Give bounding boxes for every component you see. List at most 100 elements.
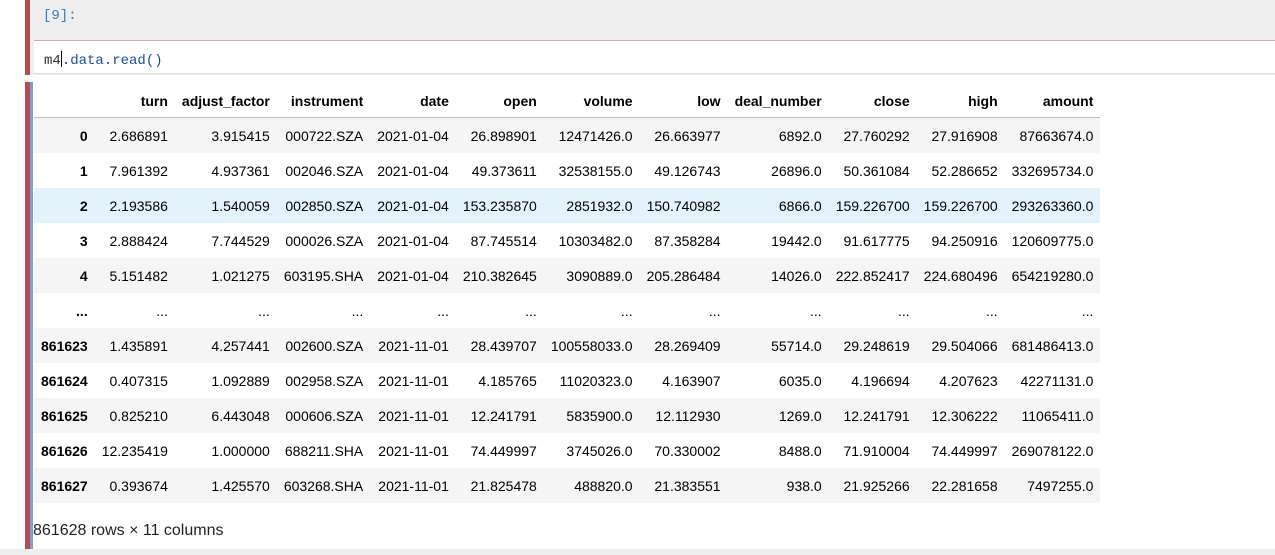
table-cell: 153.235870 xyxy=(462,197,537,214)
table-cell: 7497255.0 xyxy=(1027,477,1094,494)
table-cell: 3.915415 xyxy=(211,127,270,144)
table-cell: 22.281658 xyxy=(931,477,998,494)
table-cell: 29.504066 xyxy=(931,337,998,354)
row-index: 4 xyxy=(79,267,88,284)
row-index: 861626 xyxy=(41,442,88,459)
row-index: 861623 xyxy=(41,337,88,354)
table-cell: 002850.SZA xyxy=(285,197,364,214)
column-header: close xyxy=(828,84,917,118)
table-cell: 3090889.0 xyxy=(566,267,633,284)
table-row: 4 5.151482 1.021275 603195.SHA 2021-01-04 210… xyxy=(34,258,1101,293)
table-row: 861623 1.435891 4.257441 002600.SZA 2021-11-… xyxy=(34,328,1101,363)
table-cell: 87.358284 xyxy=(654,232,721,249)
table-cell: 12.112930 xyxy=(655,407,721,424)
table-cell: 74.449997 xyxy=(931,442,998,459)
column-header: low xyxy=(639,84,728,118)
table-cell: 2021-01-04 xyxy=(377,127,449,144)
table-cell: 2021-11-01 xyxy=(378,477,449,494)
table-cell: 4.185765 xyxy=(478,372,537,389)
table-row: 861626 12.235419 1.000000 688211.SHA 2021-11… xyxy=(34,433,1101,468)
table-cell: 10303482.0 xyxy=(558,232,633,249)
column-header: date xyxy=(370,84,456,118)
row-index: ... xyxy=(76,302,88,319)
table-cell: 222.852417 xyxy=(835,267,910,284)
row-index: 861625 xyxy=(41,407,88,424)
table-cell: 12.306222 xyxy=(931,407,998,424)
table-cell: 654219280.0 xyxy=(1011,267,1094,284)
table-cell: 269078122.0 xyxy=(1011,442,1094,459)
code-call: .data.read() xyxy=(61,53,163,69)
table-cell: 7.961392 xyxy=(109,162,168,179)
table-cell: 26896.0 xyxy=(771,162,822,179)
table-cell: 488820.0 xyxy=(574,477,633,494)
table-cell: 32538155.0 xyxy=(558,162,633,179)
table-cell: 2021-11-01 xyxy=(378,407,449,424)
column-header: open xyxy=(455,84,544,118)
table-row: .................................... xyxy=(34,293,1101,328)
table-cell: 000606.SZA xyxy=(285,407,364,424)
table-cell: 000722.SZA xyxy=(285,127,364,144)
table-cell: 11065411.0 xyxy=(1021,407,1094,424)
table-cell: 205.286484 xyxy=(646,267,721,284)
output-collapser[interactable] xyxy=(30,82,33,555)
table-cell: 6.443048 xyxy=(211,407,270,424)
table-cell: 19442.0 xyxy=(771,232,822,249)
table-cell: ... xyxy=(708,302,721,319)
table-row: 861625 0.825210 6.443048 000606.SZA 2021-11-… xyxy=(34,398,1101,433)
table-cell: 27.760292 xyxy=(843,127,910,144)
table-cell: 332695734.0 xyxy=(1011,162,1094,179)
table-cell: 55714.0 xyxy=(771,337,822,354)
table-cell: 26.898901 xyxy=(470,127,537,144)
table-row: 861624 0.407315 1.092889 002958.SZA 2021-11-… xyxy=(34,363,1101,398)
table-cell: 42271131.0 xyxy=(1020,372,1094,389)
table-cell: 2021-01-04 xyxy=(377,267,449,284)
table-cell: 12.241791 xyxy=(470,407,537,424)
table-cell: 49.126743 xyxy=(654,162,721,179)
table-cell: 49.373611 xyxy=(471,162,537,179)
table-row: 0 2.686891 3.915415 000722.SZA 2021-01-04 26.… xyxy=(34,117,1101,153)
table-cell: 8488.0 xyxy=(778,442,822,459)
table-cell: 210.382645 xyxy=(462,267,537,284)
table-cell: ... xyxy=(985,302,998,319)
table-cell: 2851932.0 xyxy=(566,197,633,214)
row-index: 0 xyxy=(79,127,88,144)
table-cell: 002958.SZA xyxy=(285,372,364,389)
table-cell: 2021-11-01 xyxy=(378,337,449,354)
table-cell: 1.540059 xyxy=(211,197,270,214)
table-cell: 26.663977 xyxy=(654,127,721,144)
table-cell: 7.744529 xyxy=(211,232,270,249)
table-cell: 1.021275 xyxy=(211,267,270,284)
table-cell: 11020323.0 xyxy=(559,372,633,389)
column-header: high xyxy=(916,84,1005,118)
index-header xyxy=(34,84,95,118)
table-row: 2 2.193586 1.540059 002850.SZA 2021-01-04 153… xyxy=(34,188,1101,223)
input-cell[interactable]: [9]: m4.data.read() xyxy=(25,0,1275,75)
table-row: 1 7.961392 4.937361 002046.SZA 2021-01-04 49.… xyxy=(34,153,1101,188)
table-cell: 688211.SHA xyxy=(284,442,364,459)
header-row: turn adjust_factor instrument date open … xyxy=(34,84,1101,118)
input-prompt: [9]: xyxy=(43,8,77,24)
table-cell: 0.407315 xyxy=(109,372,168,389)
table-cell: 4.163907 xyxy=(662,372,721,389)
code-editor[interactable]: m4.data.read() xyxy=(34,40,1275,74)
table-cell: 2021-11-01 xyxy=(378,442,449,459)
column-header: adjust_factor xyxy=(174,84,277,118)
table-cell: 12.241791 xyxy=(843,407,910,424)
table-cell: 150.740982 xyxy=(646,197,721,214)
row-index: 861627 xyxy=(41,477,88,494)
table-cell: 87663674.0 xyxy=(1019,127,1094,144)
table-cell: 0.393674 xyxy=(109,477,168,494)
table-cell: 1.435891 xyxy=(109,337,168,354)
table-cell: 91.617775 xyxy=(843,232,910,249)
table-cell: 4.207623 xyxy=(939,372,998,389)
code-line[interactable]: m4.data.read() xyxy=(44,51,163,69)
table-cell: 2021-11-01 xyxy=(378,372,449,389)
table-cell: 603268.SHA xyxy=(283,477,364,494)
table-cell: 120609775.0 xyxy=(1011,232,1094,249)
row-index: 861624 xyxy=(41,372,88,389)
output-cell: turn adjust_factor instrument date open … xyxy=(25,82,1275,555)
table-cell: 159.226700 xyxy=(923,197,998,214)
table-cell: 29.248619 xyxy=(843,337,910,354)
table-cell: 21.383551 xyxy=(654,477,721,494)
row-index: 1 xyxy=(79,162,88,179)
